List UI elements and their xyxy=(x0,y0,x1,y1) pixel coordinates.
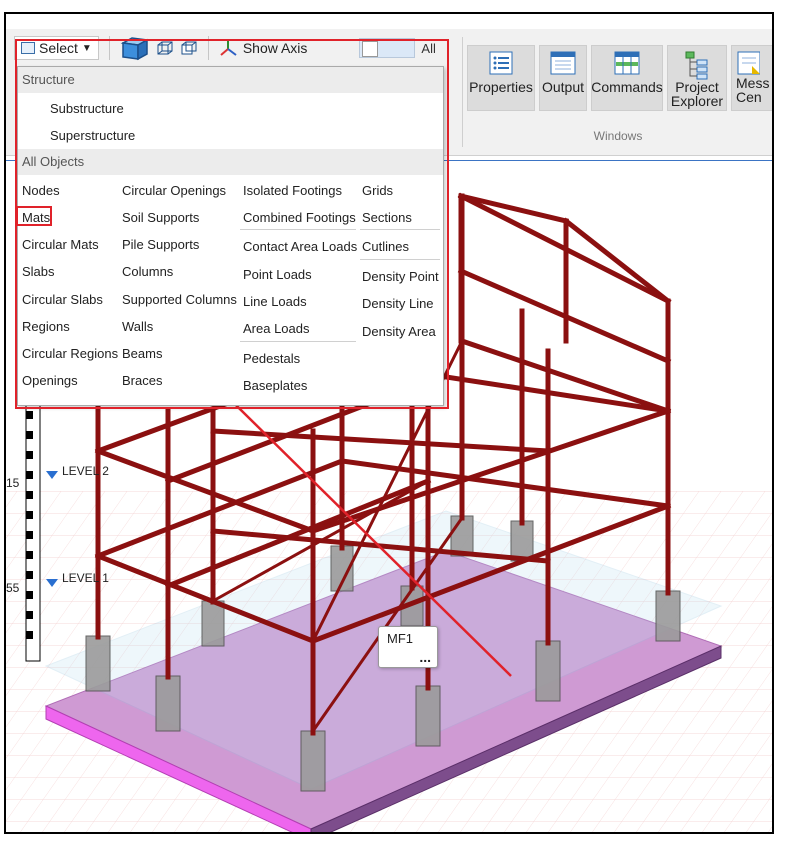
menu-item-area-loads[interactable]: Area Loads xyxy=(243,321,310,336)
menu-item-baseplates[interactable]: Baseplates xyxy=(243,378,307,393)
superstructure-item[interactable]: Superstructure xyxy=(50,128,135,143)
divider xyxy=(240,229,356,230)
all-objects-header: All Objects xyxy=(18,149,443,175)
divider xyxy=(360,229,440,230)
menu-item-circular-slabs[interactable]: Circular Slabs xyxy=(22,292,103,307)
menu-item-mats[interactable]: Mats xyxy=(22,210,50,225)
divider xyxy=(240,341,356,342)
menu-item-soil-supports[interactable]: Soil Supports xyxy=(122,210,199,225)
menu-item-beams[interactable]: Beams xyxy=(122,346,162,361)
menu-item-line-loads[interactable]: Line Loads xyxy=(243,294,307,309)
select-dropdown-menu: Structure Substructure Superstructure Al… xyxy=(17,66,444,406)
menu-item-contact-area-loads[interactable]: Contact Area Loads xyxy=(243,239,357,254)
menu-item-density-point[interactable]: Density Point xyxy=(362,269,439,284)
structure-header: Structure xyxy=(18,67,443,93)
substructure-item[interactable]: Substructure xyxy=(50,101,124,116)
menu-item-circular-mats[interactable]: Circular Mats xyxy=(22,237,99,252)
menu-item-nodes[interactable]: Nodes xyxy=(22,183,60,198)
menu-item-density-area[interactable]: Density Area xyxy=(362,324,436,339)
screenshot-frame: Select ▼ Show Axis All Properties Output… xyxy=(4,12,774,834)
menu-item-circular-regions[interactable]: Circular Regions xyxy=(22,346,118,361)
menu-item-supported-columns[interactable]: Supported Columns xyxy=(122,292,237,307)
menu-item-point-loads[interactable]: Point Loads xyxy=(243,267,312,282)
menu-item-isolated-footings[interactable]: Isolated Footings xyxy=(243,183,342,198)
menu-item-grids[interactable]: Grids xyxy=(362,183,393,198)
menu-item-sections[interactable]: Sections xyxy=(362,210,412,225)
menu-item-columns[interactable]: Columns xyxy=(122,264,173,279)
menu-item-slabs[interactable]: Slabs xyxy=(22,264,55,279)
menu-item-regions[interactable]: Regions xyxy=(22,319,70,334)
menu-item-braces[interactable]: Braces xyxy=(122,373,162,388)
menu-item-combined-footings[interactable]: Combined Footings xyxy=(243,210,356,225)
menu-item-walls[interactable]: Walls xyxy=(122,319,153,334)
menu-item-cutlines[interactable]: Cutlines xyxy=(362,239,409,254)
menu-item-pedestals[interactable]: Pedestals xyxy=(243,351,300,366)
menu-item-circular-openings[interactable]: Circular Openings xyxy=(122,183,226,198)
divider xyxy=(360,259,440,260)
menu-item-density-line[interactable]: Density Line xyxy=(362,296,434,311)
menu-item-openings[interactable]: Openings xyxy=(22,373,78,388)
menu-item-pile-supports[interactable]: Pile Supports xyxy=(122,237,199,252)
